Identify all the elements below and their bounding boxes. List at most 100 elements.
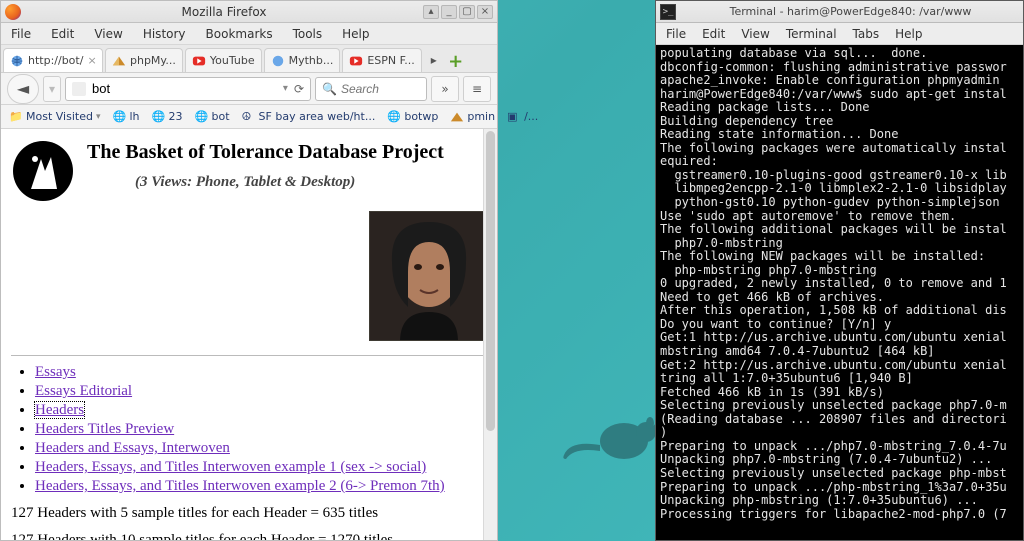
- youtube-icon: [192, 54, 206, 68]
- url-history-dropdown-icon[interactable]: ▾: [283, 83, 288, 94]
- term-menu-terminal[interactable]: Terminal: [780, 25, 843, 43]
- menu-bookmarks[interactable]: Bookmarks: [200, 25, 279, 43]
- firefox-titlebar[interactable]: Mozilla Firefox ▴ _ ▢ ×: [1, 1, 497, 23]
- tab-phpmyadmin[interactable]: phpMy...: [105, 48, 183, 72]
- page-subtitle: (3 Views: Phone, Tablet & Desktop): [135, 174, 489, 191]
- term-menu-view[interactable]: View: [735, 25, 775, 43]
- tab-bot[interactable]: http://bot/ ×: [3, 48, 103, 72]
- page-content: The Basket of Tolerance Database Project…: [1, 129, 497, 540]
- youtube-icon: [349, 54, 363, 68]
- link-essays-editorial[interactable]: Essays Editorial: [35, 383, 132, 399]
- url-bar[interactable]: ▾ ⟳: [65, 77, 311, 101]
- window-shade-button[interactable]: ▴: [423, 5, 439, 19]
- xfce-mouse-icon: [560, 405, 660, 465]
- menu-view[interactable]: View: [88, 25, 128, 43]
- url-input[interactable]: [92, 81, 277, 96]
- list-item: Headers, Essays, and Titles Interwoven e…: [35, 478, 489, 495]
- terminal-titlebar[interactable]: >_ Terminal - harim@PowerEdge840: /var/w…: [656, 1, 1023, 23]
- firefox-menubar: File Edit View History Bookmarks Tools H…: [1, 23, 497, 45]
- globe-icon: 🌐: [152, 110, 166, 124]
- tab-youtube[interactable]: YouTube: [185, 48, 262, 72]
- new-tab-button[interactable]: +: [444, 50, 468, 72]
- list-item: Essays Editorial: [35, 383, 489, 400]
- globe-icon: 🌐: [112, 110, 126, 124]
- tab-label: phpMy...: [130, 54, 176, 67]
- list-item: Headers Titles Preview: [35, 421, 489, 438]
- desktop: Mozilla Firefox ▴ _ ▢ × File Edit View H…: [0, 0, 1024, 541]
- tab-mythbuntu[interactable]: Mythb...: [264, 48, 341, 72]
- list-item: Headers, Essays, and Titles Interwoven e…: [35, 459, 489, 476]
- terminal-window: >_ Terminal - harim@PowerEdge840: /var/w…: [655, 0, 1024, 541]
- bookmark-botwp[interactable]: 🌐botwp: [383, 108, 442, 126]
- firefox-window-title: Mozilla Firefox: [27, 5, 421, 19]
- divider: [11, 355, 489, 356]
- nav-back-button[interactable]: ◄: [7, 74, 39, 104]
- hamburger-menu-button[interactable]: ≡: [463, 76, 491, 102]
- firefox-logo-icon: [5, 4, 21, 20]
- portrait-photo: [369, 211, 487, 341]
- term-menu-help[interactable]: Help: [889, 25, 928, 43]
- globe-icon: [271, 54, 285, 68]
- scrollbar-thumb[interactable]: [486, 131, 495, 431]
- nav-forward-button[interactable]: ▾: [43, 76, 61, 102]
- square-icon: ▣: [507, 110, 521, 124]
- terminal-icon: >_: [660, 4, 676, 20]
- bookmark-pmin[interactable]: pmin: [446, 108, 499, 126]
- tab-label: http://bot/: [28, 54, 83, 67]
- toolbar-overflow-button[interactable]: »: [431, 76, 459, 102]
- page-identity-icon[interactable]: [72, 82, 86, 96]
- peace-icon: ☮: [242, 110, 256, 124]
- phpmyadmin-icon: [450, 110, 464, 124]
- window-maximize-button[interactable]: ▢: [459, 5, 475, 19]
- window-minimize-button[interactable]: _: [441, 5, 457, 19]
- firefox-tabstrip: http://bot/ × phpMy... YouTube Mythb... …: [1, 45, 497, 73]
- tab-label: YouTube: [210, 54, 255, 67]
- reload-button[interactable]: ⟳: [294, 82, 304, 96]
- counts-line-1: 127 Headers with 5 sample titles for eac…: [11, 505, 489, 522]
- link-headers-essays-interwoven[interactable]: Headers and Essays, Interwoven: [35, 440, 230, 456]
- link-essays[interactable]: Essays: [35, 364, 76, 380]
- list-item: Headers and Essays, Interwoven: [35, 440, 489, 457]
- bookmark-most-visited[interactable]: 📁Most Visited▾: [5, 108, 104, 126]
- menu-file[interactable]: File: [5, 25, 37, 43]
- link-headers[interactable]: Headers: [35, 402, 84, 418]
- counts-line-2: 127 Headers with 10 sample titles for ea…: [11, 532, 489, 540]
- term-menu-file[interactable]: File: [660, 25, 692, 43]
- bookmark-bot[interactable]: 🌐bot: [191, 108, 234, 126]
- link-interwoven-example-1[interactable]: Headers, Essays, and Titles Interwoven e…: [35, 459, 426, 475]
- chevron-down-icon: ▾: [96, 112, 101, 122]
- bookmark-23[interactable]: 🌐23: [148, 108, 187, 126]
- bookmark-slash[interactable]: ▣/...: [503, 108, 542, 126]
- search-bar[interactable]: 🔍: [315, 77, 427, 101]
- link-headers-titles-preview[interactable]: Headers Titles Preview: [35, 421, 174, 437]
- bot-logo-icon: [11, 139, 75, 203]
- firefox-window: Mozilla Firefox ▴ _ ▢ × File Edit View H…: [0, 0, 498, 541]
- terminal-window-title: Terminal - harim@PowerEdge840: /var/www: [682, 5, 1019, 18]
- terminal-output[interactable]: populating database via sql... done. dbc…: [656, 45, 1023, 540]
- list-item: Essays: [35, 364, 489, 381]
- menu-history[interactable]: History: [137, 25, 192, 43]
- menu-help[interactable]: Help: [336, 25, 375, 43]
- globe-icon: [10, 54, 24, 68]
- tab-espn[interactable]: ESPN F...: [342, 48, 421, 72]
- page-links-list: Essays Essays Editorial Headers Headers …: [35, 364, 489, 495]
- tab-close-icon[interactable]: ×: [87, 54, 96, 67]
- phpmyadmin-icon: [112, 54, 126, 68]
- bookmarks-toolbar: 📁Most Visited▾ 🌐lh 🌐23 🌐bot ☮SF bay area…: [1, 105, 497, 129]
- tab-label: ESPN F...: [367, 54, 414, 67]
- list-item: Headers: [35, 402, 489, 419]
- bookmark-sfbay[interactable]: ☮SF bay area web/ht...: [238, 108, 380, 126]
- tab-scroll-right-button[interactable]: ▸: [424, 48, 444, 72]
- term-menu-edit[interactable]: Edit: [696, 25, 731, 43]
- firefox-navbar: ◄ ▾ ▾ ⟳ 🔍 » ≡: [1, 73, 497, 105]
- content-scrollbar[interactable]: [483, 129, 497, 540]
- page-title: The Basket of Tolerance Database Project: [87, 141, 489, 164]
- folder-icon: 📁: [9, 110, 23, 124]
- terminal-menubar: File Edit View Terminal Tabs Help: [656, 23, 1023, 45]
- bookmark-lh[interactable]: 🌐lh: [108, 108, 143, 126]
- link-interwoven-example-2[interactable]: Headers, Essays, and Titles Interwoven e…: [35, 478, 445, 494]
- menu-edit[interactable]: Edit: [45, 25, 80, 43]
- term-menu-tabs[interactable]: Tabs: [847, 25, 886, 43]
- window-close-button[interactable]: ×: [477, 5, 493, 19]
- menu-tools[interactable]: Tools: [287, 25, 329, 43]
